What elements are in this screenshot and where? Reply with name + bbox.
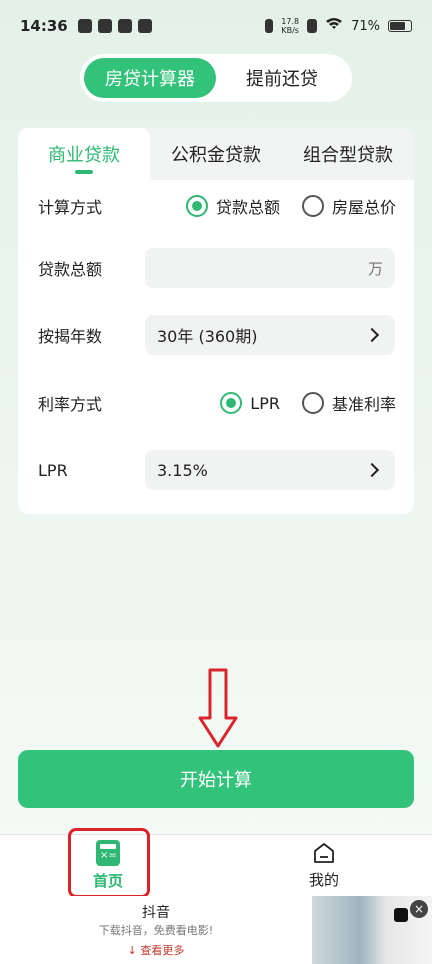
loan-amount-row: 贷款总额 万	[18, 248, 414, 288]
loan-amount-input[interactable]: 万	[145, 248, 395, 288]
tab-label: 商业贷款	[48, 145, 120, 166]
nav-label: 我的	[308, 871, 339, 889]
net-speed: 17.8 KB/s	[281, 17, 299, 35]
annotation-highlight-box	[68, 828, 150, 898]
ad-title: 抖音	[142, 905, 170, 921]
chevron-right-icon	[364, 327, 380, 343]
term-row: 按揭年数 30年 (360期)	[18, 315, 414, 355]
radio-label: LPR	[250, 393, 280, 413]
status-right: 17.8 KB/s 71%	[265, 17, 412, 35]
lpr-row: LPR 3.15%	[18, 450, 414, 490]
net-speed-unit: KB/s	[281, 26, 299, 35]
calculator-mode-switch: 房贷计算器 提前还贷	[80, 54, 352, 102]
ad-more-label: 查看更多	[140, 944, 185, 957]
status-bar: 14:36 17.8 KB/s 71%	[0, 0, 432, 52]
rate-method-label: 利率方式	[38, 395, 103, 414]
calc-method-label: 计算方式	[38, 198, 103, 217]
loan-form-card: 商业贷款 公积金贷款 组合型贷款 计算方式 贷款总额 房屋总价 贷款总额 万 按…	[18, 128, 414, 514]
ad-see-more-link[interactable]: ↓ 查看更多	[0, 942, 312, 958]
radio-house-price[interactable]: 房屋总价	[301, 194, 396, 218]
tab-commercial-loan[interactable]: 商业贷款	[18, 128, 150, 180]
radio-base-rate[interactable]: 基准利率	[301, 391, 396, 415]
message-icon	[137, 19, 152, 33]
rate-method-options: LPR 基准利率	[220, 391, 396, 415]
ad-banner[interactable]: 抖音 下载抖音，免费看电影! ↓ 查看更多 ×	[0, 896, 432, 964]
vibrate-icon	[265, 19, 274, 33]
no-sim-icon	[307, 19, 318, 33]
house-icon	[314, 843, 334, 863]
calc-method-options: 贷款总额 房屋总价	[185, 194, 396, 218]
start-calculation-button[interactable]: 开始计算	[18, 750, 414, 808]
tab-combined-loan[interactable]: 组合型贷款	[282, 128, 414, 180]
tiktok-icon	[394, 908, 408, 922]
close-icon[interactable]: ×	[410, 900, 428, 918]
crown-icon	[117, 19, 132, 33]
chevron-right-icon	[364, 462, 380, 478]
lpr-value: 3.15%	[157, 460, 208, 480]
active-tab-indicator	[75, 170, 93, 174]
nav-item-mine[interactable]: 我的	[216, 835, 432, 896]
bottom-nav: 首页 我的	[0, 834, 432, 896]
radio-unchecked-icon	[301, 392, 324, 414]
radio-total-loan[interactable]: 贷款总额	[185, 194, 280, 218]
status-time: 14:36	[20, 17, 68, 35]
wifi-icon	[325, 17, 343, 35]
radio-label: 基准利率	[331, 395, 396, 414]
lpr-label: LPR	[38, 460, 68, 480]
radio-label: 贷款总额	[215, 198, 280, 217]
term-value: 30年 (360期)	[157, 327, 258, 346]
annotation-arrow-down-icon	[198, 668, 238, 748]
radio-checked-icon	[220, 392, 243, 414]
lpr-selector[interactable]: 3.15%	[145, 450, 395, 490]
radio-lpr[interactable]: LPR	[220, 392, 280, 414]
term-label: 按揭年数	[38, 327, 103, 346]
radio-checked-icon	[185, 195, 208, 217]
ad-image[interactable]: ×	[312, 896, 432, 964]
radio-unchecked-icon	[301, 195, 324, 217]
app-notification-icon	[77, 19, 92, 33]
tab-early-repayment[interactable]: 提前还贷	[216, 58, 348, 98]
notification-icons	[77, 19, 152, 33]
net-speed-value: 17.8	[281, 17, 300, 26]
loan-amount-label: 贷款总额	[38, 260, 103, 279]
rate-method-row: 利率方式 LPR 基准利率	[18, 383, 414, 423]
battery-icon	[388, 20, 412, 32]
tab-mortgage-calculator[interactable]: 房贷计算器	[84, 58, 216, 98]
tab-provident-fund-loan[interactable]: 公积金贷款	[150, 128, 282, 180]
tab-label: 公积金贷款	[171, 145, 261, 166]
calc-method-row: 计算方式 贷款总额 房屋总价	[18, 186, 414, 226]
term-selector[interactable]: 30年 (360期)	[145, 315, 395, 355]
loan-type-tabs: 商业贷款 公积金贷款 组合型贷款	[18, 128, 414, 180]
tab-label: 组合型贷款	[303, 145, 393, 166]
loan-amount-unit: 万	[367, 259, 383, 278]
app-notification-icon	[97, 19, 112, 33]
radio-label: 房屋总价	[331, 198, 396, 217]
ad-description: 下载抖音，免费看电影!	[98, 924, 214, 937]
battery-percent: 71%	[351, 18, 380, 34]
